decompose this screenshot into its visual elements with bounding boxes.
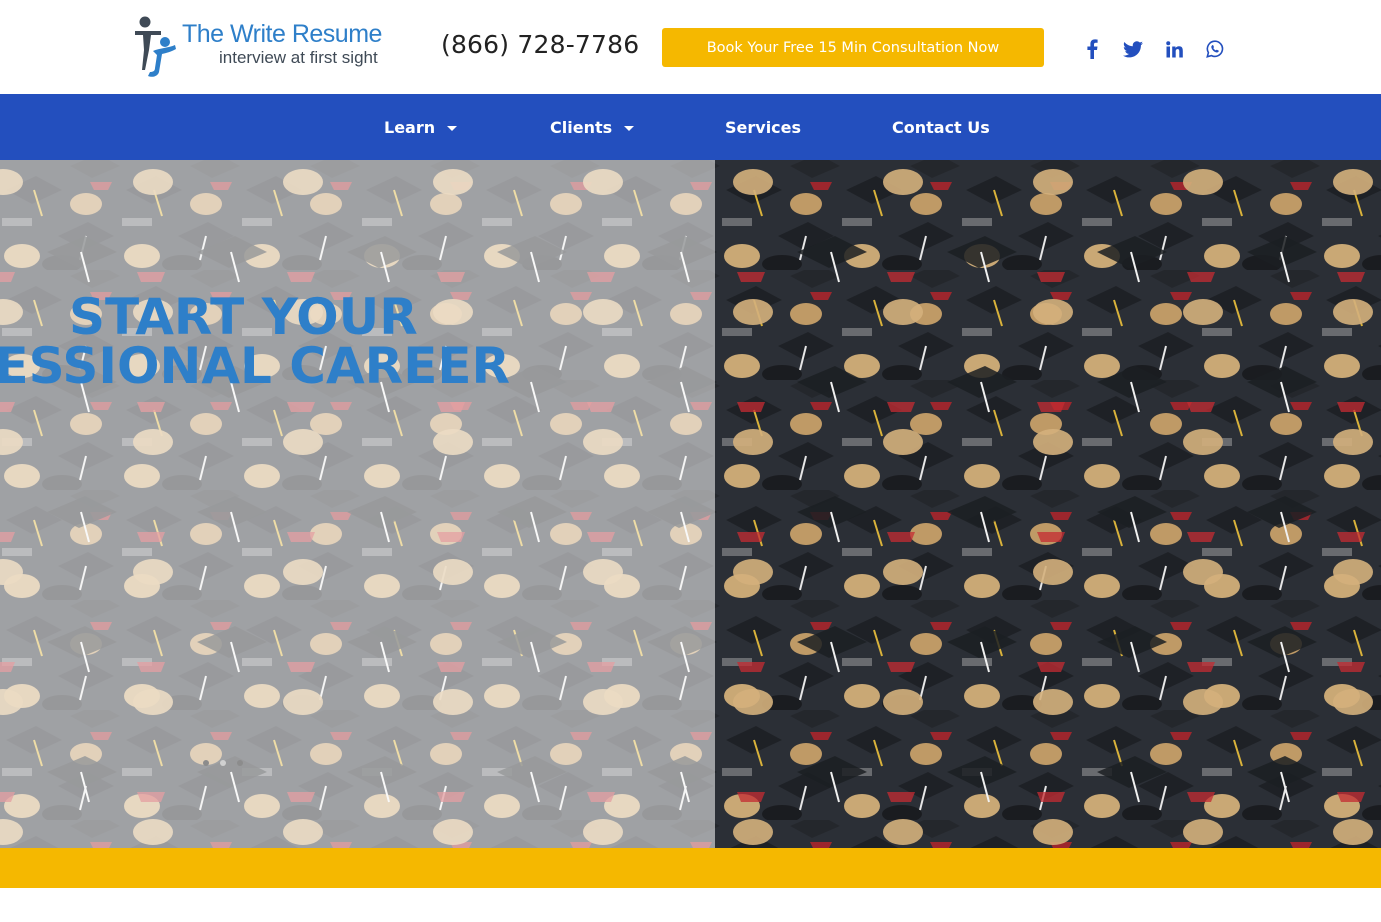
slider-dot[interactable] (203, 760, 209, 766)
nav-item-contact-us[interactable]: Contact Us (892, 94, 990, 160)
whatsapp-icon[interactable] (1202, 36, 1228, 62)
facebook-icon[interactable] (1079, 36, 1105, 62)
logo-tagline: interview at first sight (219, 48, 378, 67)
slider-dot[interactable] (237, 760, 243, 766)
nav-item-label: Learn (384, 117, 436, 137)
slider-dots (199, 760, 247, 770)
book-consultation-button[interactable]: Book Your Free 15 Min Consultation Now (662, 28, 1044, 67)
nav-item-learn[interactable]: Learn (384, 94, 458, 160)
nav-item-label: Contact Us (892, 117, 990, 137)
logo[interactable]: The Write Resume interview at first sigh… (131, 14, 391, 80)
site-header: The Write Resume interview at first sigh… (0, 0, 1381, 94)
slider-dot-active[interactable] (220, 760, 226, 766)
phone-link[interactable]: (866) 728-7786 (441, 30, 639, 59)
logo-figure-icon (135, 16, 176, 77)
nav-item-label: Clients (550, 117, 613, 137)
hero-heading: START YOUR PROFESSIONAL CAREER (0, 293, 715, 403)
caret-down-icon (447, 125, 458, 131)
hero-slider: START YOUR PROFESSIONAL CAREER (0, 160, 1381, 848)
main-nav: Learn Clients Services Contact Us (0, 94, 1381, 160)
nav-item-clients[interactable]: Clients (550, 94, 635, 160)
logo-title: The Write Resume (182, 20, 382, 48)
nav-item-label: Services (725, 117, 802, 137)
twitter-icon[interactable] (1120, 36, 1146, 62)
yellow-band (0, 848, 1381, 888)
linkedin-icon[interactable] (1161, 36, 1187, 62)
hero-heading-line-1: START YOUR (69, 293, 418, 346)
hero-heading-line-2: PROFESSIONAL CAREER (0, 337, 510, 395)
nav-item-services[interactable]: Services (725, 94, 801, 160)
hero-overlay (0, 160, 715, 848)
caret-down-icon (624, 125, 635, 131)
